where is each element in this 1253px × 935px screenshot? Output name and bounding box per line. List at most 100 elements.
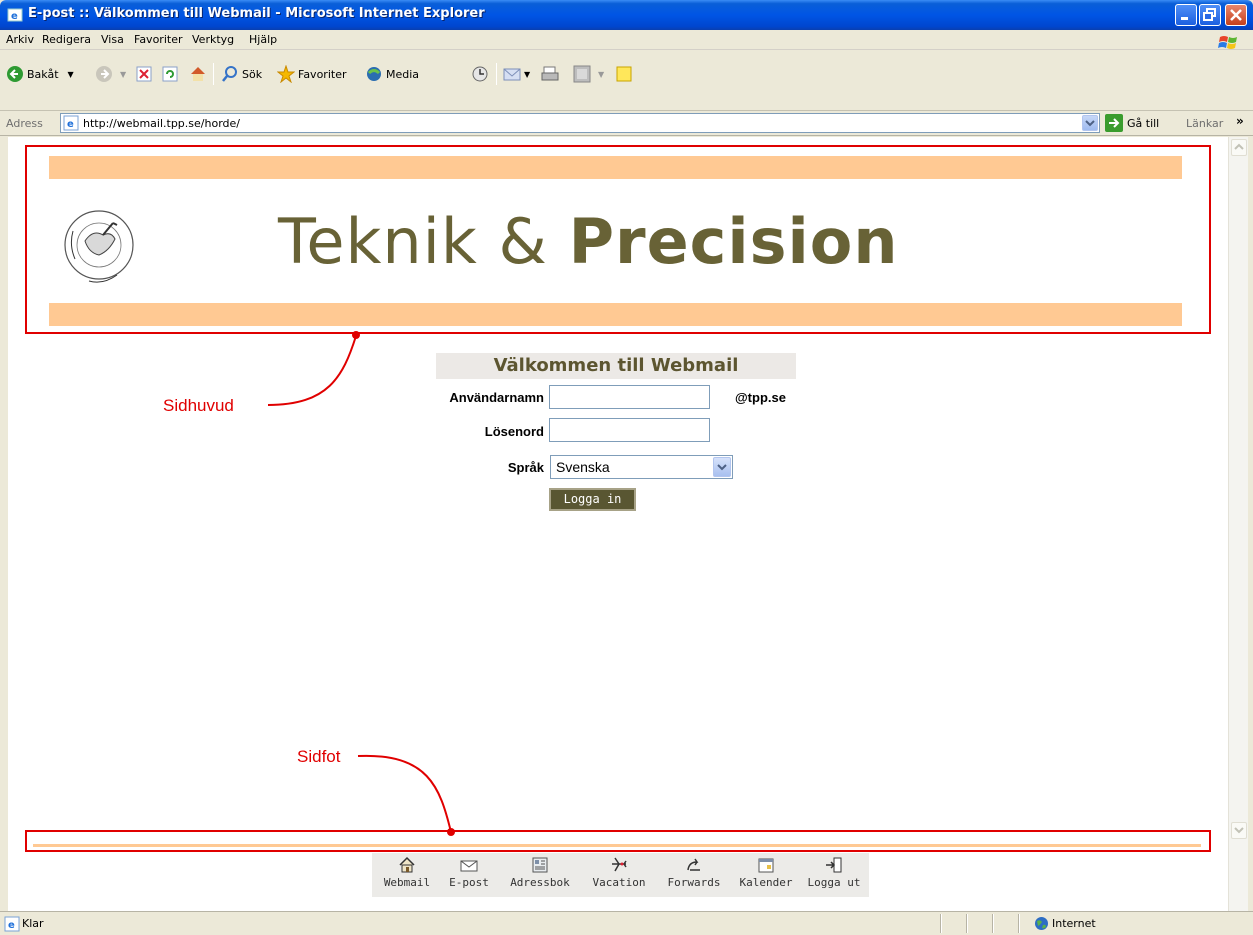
home-icon: [399, 856, 415, 873]
nav-forwards-label: Forwards: [667, 876, 721, 889]
language-select[interactable]: Svenska: [550, 455, 733, 479]
minimize-button[interactable]: [1175, 4, 1197, 26]
nav-logout[interactable]: Logga ut: [802, 853, 866, 897]
media-icon: [367, 67, 381, 81]
scroll-up-button[interactable]: [1231, 139, 1247, 156]
nav-vacation[interactable]: Vacation: [582, 853, 656, 897]
forward-icon: [687, 858, 700, 871]
language-dropdown-button[interactable]: [713, 457, 731, 477]
address-url: http://webmail.tpp.se/horde/: [83, 117, 240, 130]
edit-button[interactable]: ▼: [573, 63, 604, 85]
media-label: Media: [386, 67, 420, 81]
page-icon: e: [4, 916, 20, 932]
language-label: Språk: [507, 460, 544, 475]
home-button[interactable]: [189, 63, 207, 85]
password-field[interactable]: [549, 418, 710, 442]
address-input[interactable]: e http://webmail.tpp.se/horde/: [60, 113, 1100, 133]
ie-icon: e: [7, 8, 23, 22]
username-field[interactable]: [549, 385, 710, 409]
search-button[interactable]: Sök: [221, 63, 262, 85]
go-label: Gå till: [1127, 116, 1160, 130]
logout-icon: [826, 857, 842, 873]
menu-arkiv[interactable]: Arkiv: [6, 33, 34, 46]
menu-favoriter[interactable]: Favoriter: [134, 33, 182, 46]
nav-adressbok[interactable]: Adressbok: [500, 853, 580, 897]
refresh-icon: [162, 66, 178, 82]
links-more-icon[interactable]: »: [1236, 114, 1244, 128]
footer-band: [33, 844, 1201, 847]
windows-logo-icon: [1218, 36, 1237, 49]
menu-visa[interactable]: Visa: [101, 33, 124, 46]
search-icon: [222, 66, 237, 82]
nav-kalender[interactable]: Kalender: [734, 853, 798, 897]
close-button[interactable]: [1225, 4, 1247, 26]
status-text: Klar: [22, 917, 44, 930]
nav-kalender-label: Kalender: [739, 876, 793, 889]
scroll-down-button[interactable]: [1231, 822, 1247, 839]
media-button[interactable]: Media: [365, 63, 419, 85]
login-button[interactable]: Logga in: [549, 488, 636, 511]
password-label: Lösenord: [484, 424, 544, 439]
window-title: E-post :: Välkommen till Webmail - Micro…: [28, 6, 485, 21]
page-content: Teknik & Precision Sidhuvud Sidfot Välko…: [8, 137, 1228, 911]
nav-adressbok-label: Adressbok: [510, 876, 570, 889]
links-label[interactable]: Länkar: [1186, 117, 1223, 130]
title-bar: e E-post :: Välkommen till Webmail - Mic…: [0, 0, 1253, 30]
menu-verktyg[interactable]: Verktyg: [192, 33, 234, 46]
nav-epost-label: E-post: [449, 876, 489, 889]
chevron-up-icon: [1234, 143, 1244, 150]
stop-button[interactable]: [136, 63, 152, 85]
forward-button[interactable]: ▼: [95, 63, 126, 85]
edit-dropdown-icon[interactable]: ▼: [598, 70, 604, 79]
back-dropdown-icon[interactable]: ▼: [68, 70, 74, 79]
go-arrow-icon: [1105, 114, 1123, 132]
address-bar: Adress e http://webmail.tpp.se/horde/ Gå…: [0, 111, 1253, 136]
calendar-icon: [758, 858, 774, 873]
domain-suffix: @tpp.se: [735, 390, 786, 405]
menu-redigera[interactable]: Redigera: [42, 33, 91, 46]
notes-button[interactable]: [615, 63, 633, 85]
home-icon: [191, 67, 205, 81]
svg-text:e: e: [11, 11, 18, 22]
annotation-arrows: [267, 331, 455, 836]
close-icon: [1230, 9, 1242, 21]
status-bar: e Klar Internet: [0, 911, 1253, 935]
minimize-icon: [1181, 17, 1188, 20]
refresh-button[interactable]: [162, 63, 178, 85]
history-button[interactable]: [471, 63, 489, 85]
address-label: Adress: [6, 117, 43, 130]
nav-webmail-label: Webmail: [383, 876, 431, 889]
menu-hjalp[interactable]: Hjälp: [249, 33, 277, 46]
stop-icon: [136, 66, 152, 82]
footer-annotation-box: [25, 830, 1211, 852]
address-dropdown-button[interactable]: [1082, 115, 1098, 131]
note-icon: [616, 66, 632, 82]
forward-dropdown-icon[interactable]: ▼: [120, 70, 126, 79]
star-icon: [277, 65, 295, 83]
go-button[interactable]: Gå till: [1105, 114, 1159, 132]
page-icon: e: [63, 115, 79, 131]
print-button[interactable]: [541, 63, 559, 85]
security-zone: Internet: [1052, 917, 1096, 930]
footer-nav: Webmail E-post Adressbok Vacation Forwar…: [372, 853, 869, 897]
edit-icon: [573, 65, 591, 83]
chevron-down-icon: [1085, 120, 1095, 127]
forward-arrow-icon: [96, 66, 112, 82]
username-label: Användarnamn: [449, 390, 544, 405]
back-button[interactable]: Bakåt ▼: [6, 63, 74, 85]
mail-button[interactable]: ▼: [503, 63, 530, 85]
globe-icon: [1035, 917, 1048, 930]
favorites-button[interactable]: Favoriter: [277, 63, 346, 85]
svg-text:e: e: [8, 920, 15, 931]
mail-dropdown-icon[interactable]: ▼: [524, 70, 530, 79]
maximize-button[interactable]: [1199, 4, 1221, 26]
restore-icon: [1203, 8, 1216, 21]
mail-icon: [503, 68, 521, 81]
history-icon: [472, 66, 488, 82]
nav-epost[interactable]: E-post: [440, 853, 498, 897]
vertical-scrollbar[interactable]: [1228, 137, 1248, 911]
back-arrow-icon: [7, 66, 23, 82]
nav-webmail[interactable]: Webmail: [376, 853, 438, 897]
nav-forwards[interactable]: Forwards: [660, 853, 728, 897]
search-label: Sök: [242, 67, 263, 81]
